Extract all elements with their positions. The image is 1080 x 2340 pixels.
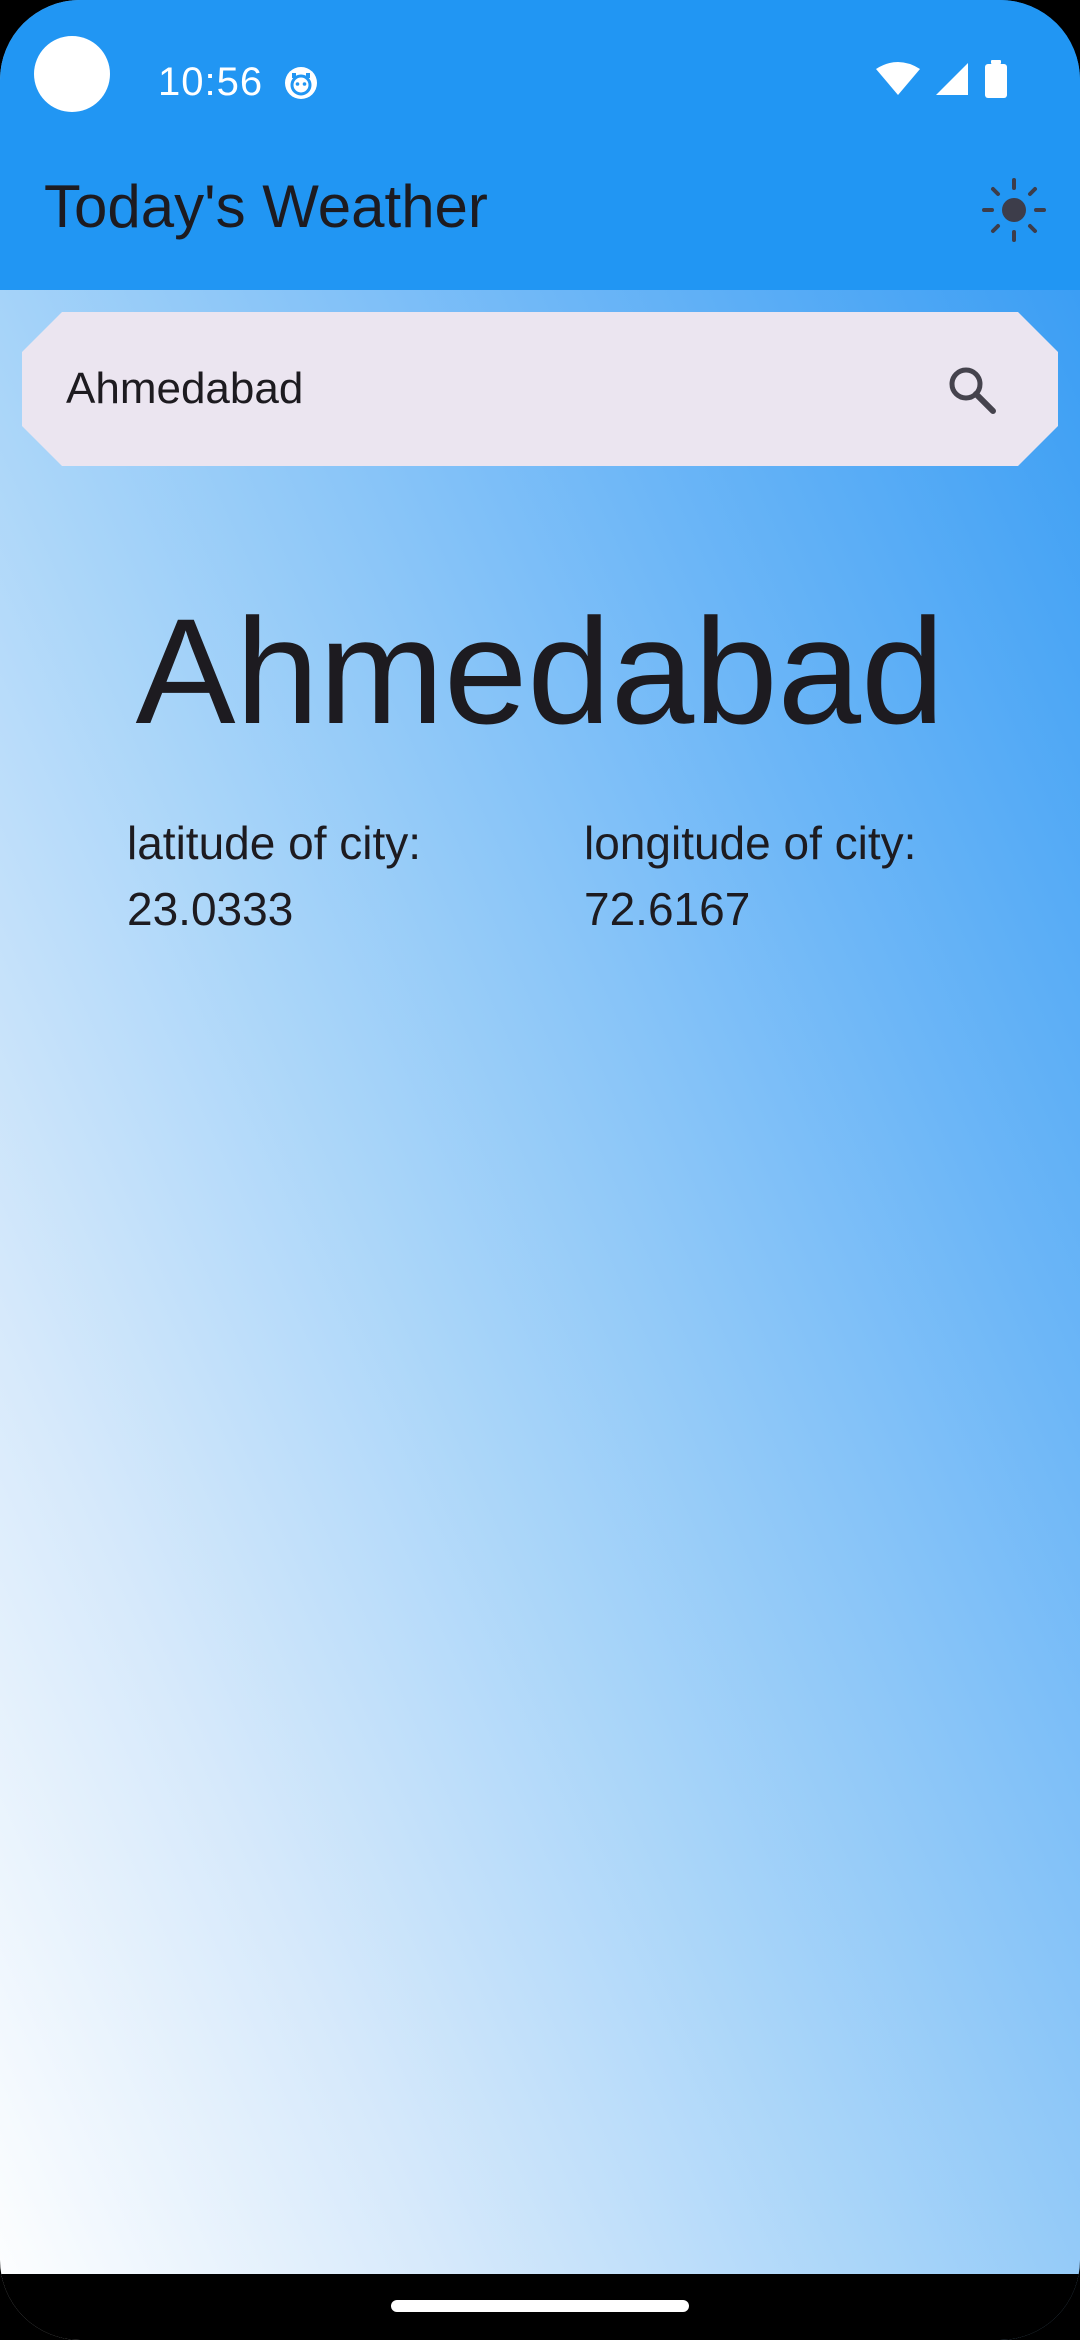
longitude-label: longitude of city:	[584, 817, 917, 869]
latitude-value: 23.0333	[127, 883, 294, 935]
navigation-bar	[0, 2274, 1080, 2340]
app-bar: 10:56 Today's Weather	[0, 0, 1080, 290]
theme-toggle-button[interactable]	[978, 176, 1050, 248]
latitude-block: latitude of city: 23.0333	[127, 810, 421, 942]
search-icon	[945, 363, 999, 422]
search-button[interactable]	[932, 352, 1012, 432]
app-notification-icon	[282, 64, 320, 107]
status-icons	[876, 60, 1008, 103]
wifi-icon	[876, 61, 920, 102]
battery-icon	[984, 60, 1008, 103]
search-input[interactable]	[66, 358, 926, 420]
screen: 10:56 Today's Weather Ahmedabad Ahmedaba…	[0, 0, 1080, 2340]
app-title: Today's Weather	[44, 173, 488, 240]
status-bar: 10:56	[0, 0, 1080, 170]
search-bar	[22, 312, 1058, 466]
home-gesture-handle[interactable]	[391, 2300, 689, 2312]
camera-cutout	[34, 36, 110, 112]
longitude-value: 72.6167	[584, 883, 751, 935]
sun-icon	[982, 177, 1046, 247]
city-name: Ahmedabad	[135, 587, 945, 755]
status-time: 10:56	[158, 60, 264, 104]
latitude-label: latitude of city:	[127, 817, 422, 869]
signal-icon	[934, 61, 970, 102]
longitude-block: longitude of city: 72.6167	[584, 810, 916, 942]
